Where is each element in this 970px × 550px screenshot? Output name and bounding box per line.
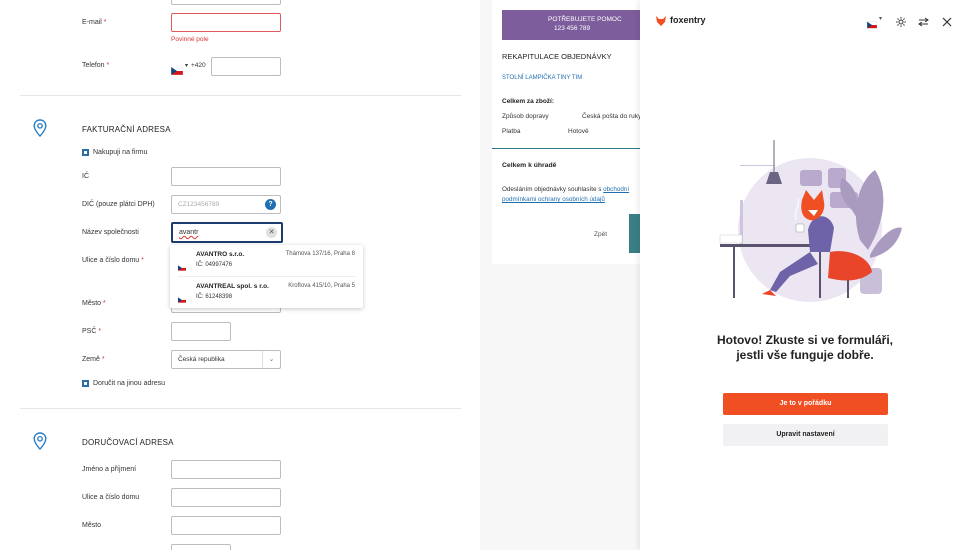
close-icon[interactable] bbox=[942, 14, 952, 27]
company-checkbox[interactable] bbox=[82, 149, 89, 156]
divider bbox=[20, 95, 461, 96]
checkout-form: E-mail * Povinné pole Telefon * ▾ +420 F… bbox=[0, 0, 480, 550]
next-field[interactable] bbox=[171, 544, 231, 550]
billing-title: FAKTURAČNÍ ADRESA bbox=[82, 125, 171, 134]
list-item[interactable]: AVANTRO s.r.o. IČ: 04997476 Thámova 137/… bbox=[170, 245, 363, 276]
shipping-label: Způsob dopravy bbox=[502, 113, 549, 120]
country-value: Česká republika bbox=[178, 356, 225, 363]
suggestion-address: Thámova 137/16, Praha 8 bbox=[285, 251, 355, 257]
list-item[interactable]: AVANTREAL spol. s r.o. IČ: 61248398 Krof… bbox=[170, 277, 363, 308]
payment-label: Platba bbox=[502, 128, 521, 135]
order-summary-column: POTŘEBUJETE POMOC 123 456 789 REKAPITULA… bbox=[480, 0, 642, 550]
language-select[interactable]: ▾ bbox=[866, 15, 885, 29]
product-link[interactable]: STOLNÍ LAMPIČKA TINY TIM bbox=[502, 75, 582, 81]
chevron-down-icon: ▾ bbox=[879, 16, 883, 22]
ic-label: IČ bbox=[82, 173, 89, 180]
order-summary-card: POTŘEBUJETE POMOC 123 456 789 REKAPITULA… bbox=[492, 0, 642, 264]
terms-link[interactable]: obchodní bbox=[603, 186, 629, 193]
adjust-settings-button[interactable]: Upravit nastavení bbox=[723, 424, 888, 446]
chevron-down-icon: ▾ bbox=[185, 63, 189, 69]
goods-total-label: Celkem za zboží: bbox=[502, 98, 555, 105]
phone-label: Telefon * bbox=[82, 62, 110, 69]
help-text: POTŘEBUJETE POMOC bbox=[548, 16, 622, 23]
suggestion-name: AVANTREAL spol. s r.o. bbox=[196, 283, 269, 290]
zip-label: PSČ * bbox=[82, 328, 102, 335]
dic-placeholder: CZ123456789 bbox=[178, 201, 220, 208]
country-label: Země * bbox=[82, 356, 105, 363]
payment-value: Hotově bbox=[568, 128, 589, 135]
brand-name: foxentry bbox=[670, 15, 706, 25]
street2-label: Ulice a číslo domu bbox=[82, 494, 140, 501]
country-select[interactable]: Česká republika ⌄ bbox=[171, 350, 281, 369]
email-error: Povinné pole bbox=[171, 36, 209, 43]
chevron-down-icon: ⌄ bbox=[262, 351, 280, 368]
ship-elsewhere-checkbox[interactable] bbox=[82, 380, 89, 387]
foxentry-panel: foxentry ▾ Hotovo! Zkuste si ve formulář… bbox=[640, 0, 970, 550]
ship-elsewhere-label: Doručit na jinou adresu bbox=[93, 380, 165, 387]
divider bbox=[492, 148, 640, 149]
total-label: Celkem k úhradě bbox=[502, 162, 557, 169]
company-label: Název společnosti bbox=[82, 229, 139, 236]
help-banner[interactable]: POTŘEBUJETE POMOC 123 456 789 bbox=[502, 10, 640, 40]
phone-prefix: +420 bbox=[191, 62, 206, 69]
delivery-title: DORUČOVACÍ ADRESA bbox=[82, 438, 174, 447]
company-suggestions: AVANTRO s.r.o. IČ: 04997476 Thámova 137/… bbox=[170, 245, 363, 308]
flag-cz-icon bbox=[170, 62, 184, 76]
success-heading: Hotovo! Zkuste si ve formuláři, jestli v… bbox=[716, 333, 894, 362]
email-label: E-mail * bbox=[82, 19, 107, 26]
city2-label: Město bbox=[82, 522, 102, 529]
previous-field[interactable] bbox=[171, 0, 281, 5]
terms-text: Odesláním objednávky souhlasíte s obchod… bbox=[502, 186, 630, 203]
suggestion-address: Kroftova 415/10, Praha 5 bbox=[288, 283, 355, 289]
city-label: Město * bbox=[82, 300, 106, 307]
city2-field[interactable] bbox=[171, 516, 281, 535]
name-field[interactable] bbox=[171, 460, 281, 479]
privacy-link[interactable]: podmínkami ochrany osobních údajů bbox=[502, 196, 605, 203]
company-checkbox-label: Nakupuji na firmu bbox=[93, 149, 148, 156]
location-pin-icon bbox=[33, 119, 47, 138]
shipping-value: Česká pošta do ruky bbox=[582, 113, 642, 120]
submit-button[interactable] bbox=[629, 214, 640, 253]
street2-field[interactable] bbox=[171, 488, 281, 507]
email-field[interactable] bbox=[171, 13, 281, 32]
suggestion-name: AVANTRO s.r.o. bbox=[196, 251, 245, 258]
zip-field[interactable] bbox=[171, 322, 231, 341]
street-label: Ulice a číslo domu * bbox=[82, 257, 144, 264]
back-button[interactable]: Zpět bbox=[594, 231, 607, 238]
summary-title: REKAPITULACE OBJEDNÁVKY bbox=[502, 52, 612, 61]
flag-cz-icon bbox=[866, 16, 878, 29]
dic-field[interactable]: CZ123456789 ? bbox=[171, 195, 281, 214]
company-value: avantr bbox=[179, 229, 199, 236]
phone-country-select[interactable]: ▾ +420 bbox=[170, 60, 209, 76]
suggestion-ic: IČ: 61248398 bbox=[196, 294, 233, 300]
success-illustration bbox=[710, 140, 905, 305]
swap-icon[interactable] bbox=[918, 14, 929, 27]
ic-field[interactable] bbox=[171, 167, 281, 186]
sun-icon[interactable] bbox=[896, 14, 906, 27]
dic-label: DIČ (pouze plátci DPH) bbox=[82, 201, 155, 208]
name-label: Jméno a příjmení bbox=[82, 466, 137, 473]
clear-icon[interactable]: ✕ bbox=[266, 227, 277, 238]
divider bbox=[20, 408, 461, 409]
help-icon[interactable]: ? bbox=[265, 199, 276, 210]
help-phone: 123 456 789 bbox=[554, 25, 591, 32]
phone-field[interactable] bbox=[211, 57, 281, 76]
fox-logo-icon bbox=[655, 14, 667, 26]
flag-cz-icon bbox=[178, 258, 186, 271]
location-pin-icon bbox=[33, 432, 47, 451]
confirm-button[interactable]: Je to v pořádku bbox=[723, 393, 888, 415]
company-field[interactable]: avantr ✕ bbox=[171, 222, 283, 243]
flag-cz-icon bbox=[178, 290, 186, 303]
suggestion-ic: IČ: 04997476 bbox=[196, 262, 233, 268]
